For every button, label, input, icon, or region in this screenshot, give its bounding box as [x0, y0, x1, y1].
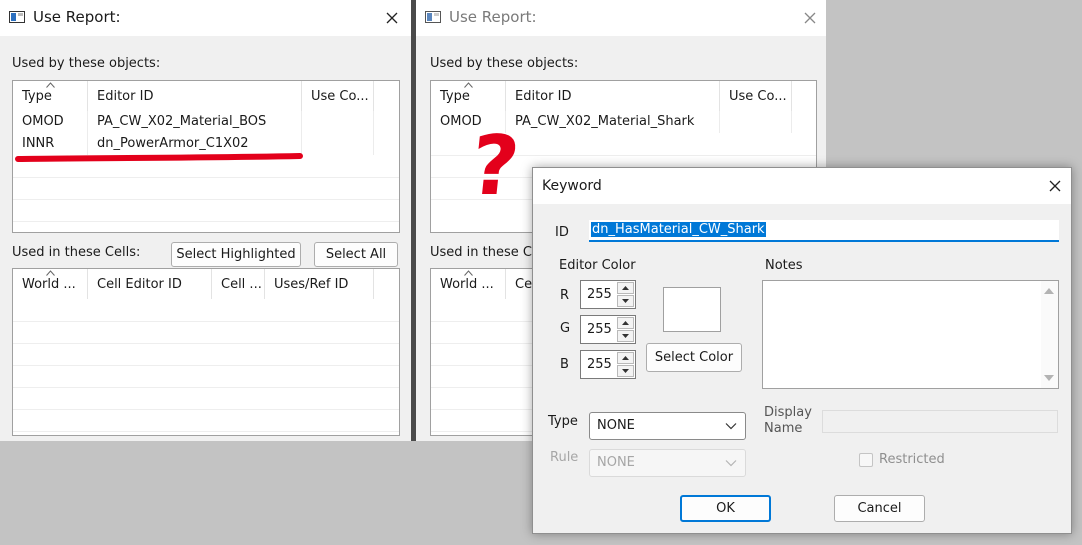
keyword-dialog-title: Keyword — [542, 178, 602, 194]
id-label: ID — [555, 225, 569, 240]
select-highlighted-button[interactable]: Select Highlighted — [171, 242, 301, 267]
left-close-icon[interactable] — [380, 6, 404, 30]
id-field[interactable]: dn_HasMaterial_CW_Shark — [589, 220, 1059, 242]
left-objects-table[interactable]: Type Editor ID Use Co... OMOD PA_CW_X02_… — [12, 80, 400, 233]
r-value: 255 — [587, 287, 612, 302]
scroll-up-icon[interactable] — [1044, 287, 1054, 294]
spin-down-icon[interactable] — [617, 295, 634, 307]
restricted-checkbox — [859, 453, 873, 467]
notes-textarea[interactable] — [762, 280, 1059, 389]
cell-use-count — [720, 111, 792, 133]
window-app-icon — [425, 11, 441, 23]
ok-button[interactable]: OK — [680, 495, 771, 522]
type-combobox[interactable]: NONE — [589, 412, 746, 440]
column-header-editor-id[interactable]: Editor ID — [506, 81, 720, 111]
red-question-mark-annotation: ? — [466, 119, 524, 214]
g-spin-arrows[interactable] — [617, 317, 634, 342]
g-spinbox[interactable]: 255 — [580, 315, 636, 344]
notes-scrollbar[interactable] — [1041, 281, 1058, 388]
left-cells-table[interactable]: World ... Cell Editor ID Cell ... Uses/R… — [12, 268, 400, 436]
notes-label: Notes — [765, 258, 803, 273]
left-used-by-label: Used by these objects: — [12, 56, 161, 71]
spin-up-icon[interactable] — [617, 352, 634, 364]
type-combobox-value: NONE — [597, 418, 635, 433]
sort-up-icon — [46, 270, 55, 276]
keyword-close-icon[interactable] — [1043, 174, 1067, 198]
chevron-down-icon — [725, 460, 737, 467]
column-header-type[interactable]: Type — [431, 81, 506, 111]
window-app-icon — [9, 11, 25, 23]
column-header-world[interactable]: World ... — [13, 269, 88, 299]
cell-editor-id: PA_CW_X02_Material_Shark — [506, 111, 720, 133]
rule-combobox-value: NONE — [597, 455, 635, 470]
left-used-in-cells-label: Used in these Cells: — [12, 245, 141, 260]
spin-down-icon[interactable] — [617, 365, 634, 377]
cell-use-count — [302, 133, 374, 155]
table-row[interactable]: INNR dn_PowerArmor_C1X02 — [13, 133, 399, 155]
b-value: 255 — [587, 357, 612, 372]
left-use-report-window: Use Report: Used by these objects: Type … — [0, 0, 411, 441]
color-swatch[interactable] — [663, 287, 721, 332]
display-name-label: Display Name — [764, 405, 812, 436]
right-window-title: Use Report: — [449, 8, 537, 26]
type-label: Type — [548, 414, 578, 429]
left-title-bar: Use Report: — [0, 0, 411, 36]
chevron-down-icon — [725, 423, 737, 430]
cell-use-count — [302, 111, 374, 133]
id-field-text: dn_HasMaterial_CW_Shark — [591, 222, 766, 237]
select-color-button[interactable]: Select Color — [646, 343, 742, 372]
empty-rows — [13, 155, 399, 232]
select-all-button[interactable]: Select All — [314, 242, 398, 267]
r-spin-arrows[interactable] — [617, 282, 634, 307]
column-header-type[interactable]: Type — [13, 81, 88, 111]
right-title-bar: Use Report: — [416, 0, 826, 36]
left-window-title: Use Report: — [33, 8, 121, 26]
spin-up-icon[interactable] — [617, 317, 634, 329]
left-objects-header: Type Editor ID Use Co... — [13, 81, 399, 111]
spin-down-icon[interactable] — [617, 330, 634, 342]
right-used-by-label: Used by these objects: — [430, 56, 579, 71]
keyword-title-bar: Keyword — [533, 168, 1071, 204]
cell-editor-id: dn_PowerArmor_C1X02 — [88, 133, 302, 155]
sort-up-icon — [464, 82, 473, 88]
spin-up-icon[interactable] — [617, 282, 634, 294]
right-used-in-cells-label: Used in these Ce — [430, 245, 540, 260]
column-header-world[interactable]: World ... — [431, 269, 506, 299]
column-header-uses-ref-id[interactable]: Uses/Ref ID — [265, 269, 374, 299]
editor-color-label: Editor Color — [559, 258, 636, 273]
cancel-button[interactable]: Cancel — [834, 495, 925, 522]
right-objects-header: Type Editor ID Use Co... — [431, 81, 816, 111]
column-header-cell-editor-id[interactable]: Cell Editor ID — [88, 269, 212, 299]
display-name-field — [822, 410, 1058, 433]
left-cells-header: World ... Cell Editor ID Cell ... Uses/R… — [13, 269, 399, 299]
g-value: 255 — [587, 322, 612, 337]
g-label: G — [560, 321, 571, 336]
cell-type: INNR — [13, 133, 88, 155]
restricted-label: Restricted — [879, 452, 945, 467]
cell-type: OMOD — [13, 111, 88, 133]
b-spinbox[interactable]: 255 — [580, 350, 636, 379]
sort-up-icon — [464, 270, 473, 276]
column-header-cell[interactable]: Cell ... — [212, 269, 265, 299]
r-label: R — [560, 288, 570, 303]
table-row[interactable]: OMOD PA_CW_X02_Material_BOS — [13, 111, 399, 133]
keyword-dialog: Keyword ID dn_HasMaterial_CW_Shark Edito… — [532, 167, 1072, 534]
r-spinbox[interactable]: 255 — [580, 280, 636, 309]
column-header-use-count[interactable]: Use Co... — [302, 81, 374, 111]
cell-editor-id: PA_CW_X02_Material_BOS — [88, 111, 302, 133]
empty-rows — [13, 299, 399, 435]
sort-up-icon — [46, 82, 55, 88]
right-close-icon[interactable] — [798, 6, 822, 30]
scroll-down-icon[interactable] — [1044, 375, 1054, 382]
column-header-use-count[interactable]: Use Co... — [720, 81, 792, 111]
column-header-editor-id[interactable]: Editor ID — [88, 81, 302, 111]
b-label: B — [560, 357, 569, 372]
rule-label: Rule — [550, 450, 579, 465]
b-spin-arrows[interactable] — [617, 352, 634, 377]
rule-combobox: NONE — [589, 449, 746, 477]
